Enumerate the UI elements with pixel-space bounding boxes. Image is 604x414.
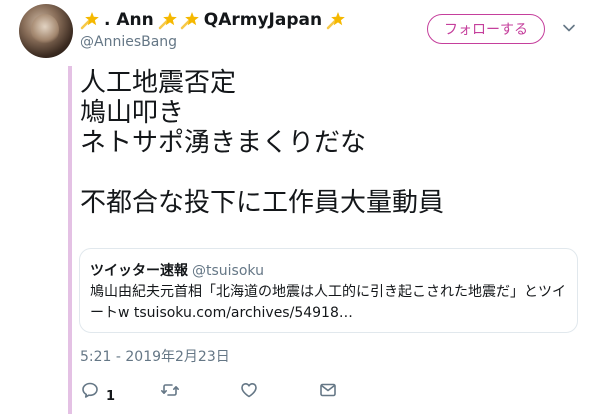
display-name[interactable]: . Ann QArmyJapan bbox=[80, 8, 348, 32]
quoted-user-name: ツイッター速報 bbox=[90, 263, 188, 279]
direct-message-button[interactable] bbox=[318, 374, 338, 400]
chevron-down-icon[interactable] bbox=[562, 20, 576, 34]
quoted-tweet-text: 鳩山由紀夫元首相「北海道の地震は人工的に引き起こされた地震だ」とツイートw ts… bbox=[90, 284, 566, 321]
quoted-user-handle: @tsuisoku bbox=[192, 263, 264, 279]
shooting-star-icon bbox=[326, 10, 346, 30]
shooting-star-icon bbox=[80, 10, 100, 30]
retweet-icon bbox=[160, 380, 180, 400]
tweet-actions: 1 bbox=[80, 374, 380, 404]
like-button[interactable] bbox=[239, 374, 259, 400]
envelope-icon bbox=[318, 380, 338, 400]
display-name-part2: QArmyJapan bbox=[203, 10, 323, 30]
reply-button[interactable]: 1 bbox=[80, 374, 115, 404]
quoted-tweet-header: ツイッター速報 @tsuisoku bbox=[90, 260, 264, 280]
retweet-button[interactable] bbox=[160, 374, 180, 400]
display-name-part1: . Ann bbox=[104, 10, 154, 30]
shooting-star-icon bbox=[158, 10, 178, 30]
reply-icon bbox=[80, 380, 100, 400]
quoted-tweet-card[interactable]: ツイッター速報 @tsuisoku 鳩山由紀夫元首相「北海道の地震は人工的に引き起… bbox=[79, 248, 578, 333]
reply-count: 1 bbox=[106, 389, 116, 404]
shooting-star-icon bbox=[180, 10, 200, 30]
tweet-timestamp[interactable]: 5:21 - 2019年2月23日 bbox=[80, 346, 230, 366]
tweet-text: 人工地震否定 鳩山叩き ネトサポ湧きまくりだな 不都合な投下に工作員大量動員 bbox=[80, 68, 445, 218]
avatar[interactable] bbox=[19, 4, 73, 58]
heart-icon bbox=[239, 380, 259, 400]
follow-button[interactable]: フォローする bbox=[427, 14, 545, 44]
user-handle[interactable]: @AnniesBang bbox=[80, 34, 177, 50]
thread-line bbox=[68, 66, 72, 414]
